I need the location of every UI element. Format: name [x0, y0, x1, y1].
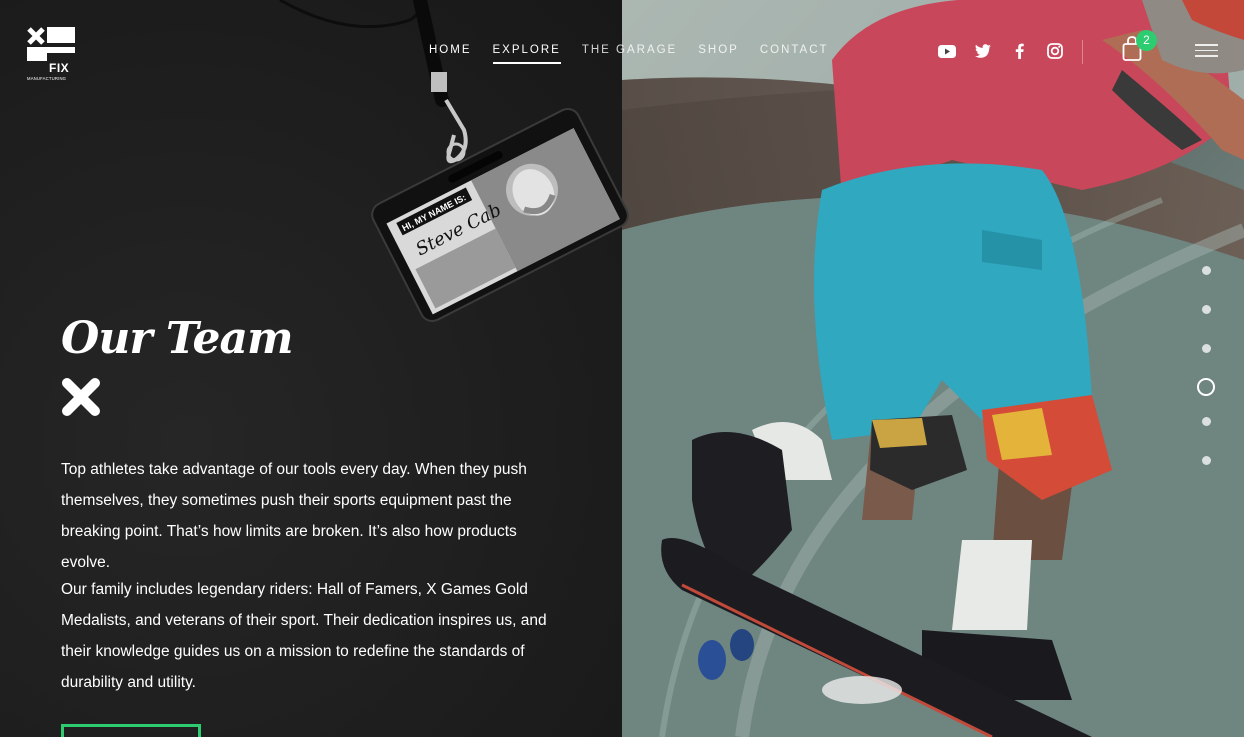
- nav-shop[interactable]: SHOP: [698, 44, 739, 64]
- social-links: [938, 42, 1082, 60]
- logo-text: FIX: [49, 61, 70, 75]
- main-nav: HOME EXPLORE THE GARAGE SHOP CONTACT: [429, 44, 850, 64]
- skateboarder-illustration: [622, 0, 1244, 737]
- hamburger-menu-icon[interactable]: [1195, 44, 1218, 60]
- fix-manufacturing-logo[interactable]: FIX MANUFACTURING: [27, 27, 75, 83]
- nav-home[interactable]: HOME: [429, 44, 472, 64]
- facebook-icon[interactable]: [1010, 42, 1028, 60]
- youtube-icon[interactable]: [938, 42, 956, 60]
- header-divider: [1082, 40, 1083, 64]
- logo-mark-icon: [27, 27, 75, 61]
- nav-explore[interactable]: EXPLORE: [492, 44, 561, 64]
- x-brand-icon: [62, 378, 100, 416]
- nav-contact[interactable]: CONTACT: [760, 44, 829, 64]
- team-paragraph-2: Our family includes legendary riders: Ha…: [61, 581, 547, 691]
- logo-subtext: MANUFACTURING: [27, 76, 67, 81]
- pager-dot[interactable]: [1201, 266, 1211, 275]
- pager-dot[interactable]: [1201, 305, 1211, 314]
- pager-dot[interactable]: [1201, 417, 1211, 426]
- pager-dot[interactable]: [1201, 344, 1211, 353]
- twitter-icon[interactable]: [974, 42, 992, 60]
- instagram-icon[interactable]: [1046, 42, 1064, 60]
- section-title: Our Team: [61, 313, 294, 364]
- cta-button[interactable]: [61, 724, 201, 737]
- nav-the-garage[interactable]: THE GARAGE: [582, 44, 677, 64]
- skateboarder-photo: [622, 0, 1244, 737]
- pager-dot[interactable]: [1201, 456, 1211, 465]
- pager-dot-active[interactable]: [1197, 378, 1215, 396]
- team-paragraph-1: Top athletes take advantage of our tools…: [61, 461, 527, 571]
- cart-count-badge: 2: [1136, 30, 1157, 51]
- section-pager: [1196, 266, 1216, 495]
